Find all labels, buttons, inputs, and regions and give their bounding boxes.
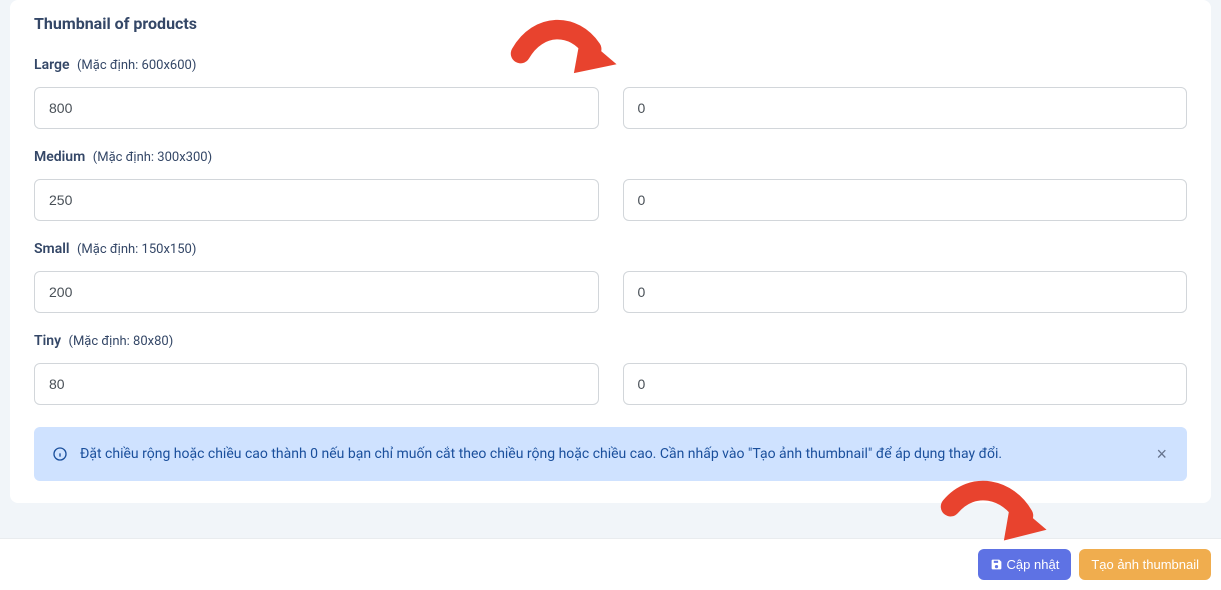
generate-thumbnail-button[interactable]: Tạo ảnh thumbnail	[1079, 549, 1211, 580]
label-small-hint: (Mặc định: 150x150)	[77, 242, 196, 257]
info-alert: Đặt chiều rộng hoặc chiều cao thành 0 nế…	[34, 427, 1187, 481]
label-tiny-hint: (Mặc định: 80x80)	[69, 334, 174, 349]
label-medium-name: Medium	[34, 149, 85, 165]
save-icon	[990, 558, 1003, 571]
label-medium: Medium (Mặc định: 300x300)	[34, 149, 1187, 165]
medium-height-input[interactable]	[623, 179, 1188, 221]
label-tiny: Tiny (Mặc định: 80x80)	[34, 333, 1187, 349]
update-button[interactable]: Cập nhật	[978, 549, 1072, 580]
update-button-label: Cập nhật	[1007, 557, 1060, 572]
medium-width-input[interactable]	[34, 179, 599, 221]
footer-action-bar: Cập nhật Tạo ảnh thumbnail	[0, 538, 1221, 590]
large-height-input[interactable]	[623, 87, 1188, 129]
row-medium	[34, 179, 1187, 221]
label-medium-hint: (Mặc định: 300x300)	[93, 150, 212, 165]
section-title: Thumbnail of products	[34, 0, 1187, 37]
large-width-input[interactable]	[34, 87, 599, 129]
small-width-input[interactable]	[34, 271, 599, 313]
info-icon	[52, 446, 68, 462]
alert-message: Đặt chiều rộng hoặc chiều cao thành 0 nế…	[80, 444, 1140, 465]
alert-close-button[interactable]: ×	[1152, 441, 1171, 467]
thumbnail-settings-card: Thumbnail of products Large (Mặc định: 6…	[10, 0, 1211, 503]
label-large: Large (Mặc định: 600x600)	[34, 57, 1187, 73]
row-small	[34, 271, 1187, 313]
tiny-width-input[interactable]	[34, 363, 599, 405]
label-tiny-name: Tiny	[34, 333, 61, 349]
label-small: Small (Mặc định: 150x150)	[34, 241, 1187, 257]
row-tiny	[34, 363, 1187, 405]
label-small-name: Small	[34, 241, 70, 257]
label-large-hint: (Mặc định: 600x600)	[77, 58, 196, 73]
generate-thumbnail-label: Tạo ảnh thumbnail	[1091, 557, 1199, 572]
close-icon: ×	[1156, 444, 1167, 464]
tiny-height-input[interactable]	[623, 363, 1188, 405]
label-large-name: Large	[34, 57, 70, 73]
small-height-input[interactable]	[623, 271, 1188, 313]
row-large	[34, 87, 1187, 129]
